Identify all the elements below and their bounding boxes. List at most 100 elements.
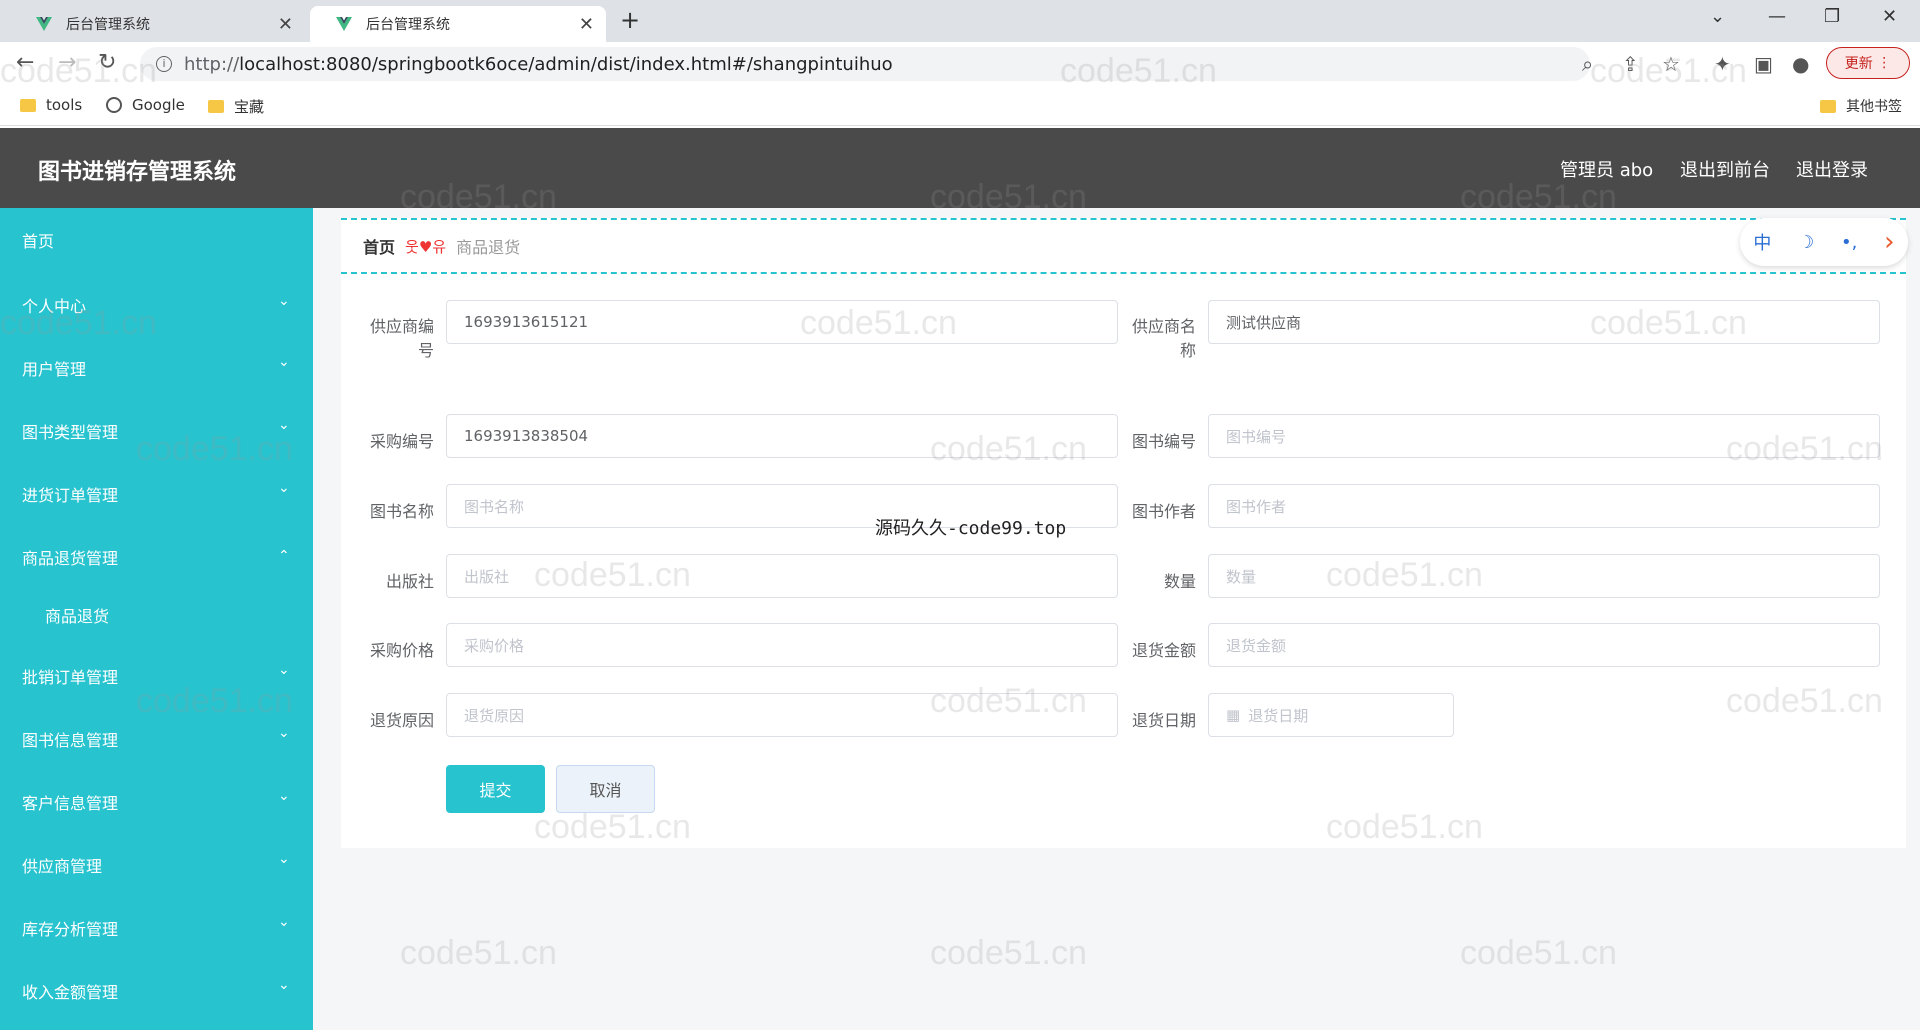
sidebar-item-home[interactable]: 首页 [22, 228, 54, 252]
extensions-icon[interactable]: ✦ [1714, 52, 1731, 76]
author-label: 图书作者 [1131, 502, 1196, 521]
sidebar-item-income[interactable]: 收入金额管理 [22, 979, 118, 1003]
chevron-down-icon: ⌄ [278, 480, 290, 496]
date-input[interactable]: ▦ 退货日期 [1208, 693, 1454, 737]
reason-label: 退货原因 [369, 711, 434, 730]
logout-link[interactable]: 退出登录 [1796, 156, 1868, 182]
book-no-input[interactable]: 图书编号 [1208, 414, 1880, 458]
tab-search-icon[interactable]: ⌄ [1710, 6, 1725, 27]
price-input[interactable]: 采购价格 [446, 623, 1118, 667]
sidebar-item-wholesale[interactable]: 批销订单管理 [22, 664, 118, 688]
breadcrumb-current: 商品退货 [456, 238, 521, 257]
new-tab-icon[interactable]: + [620, 6, 640, 34]
vue-icon [336, 17, 352, 31]
breadcrumb-home[interactable]: 首页 [363, 234, 395, 258]
sidebar-item-purchase-orders[interactable]: 进货订单管理 [22, 482, 118, 506]
heart-icon: 웃♥유 [405, 237, 447, 256]
sidebar-item-book-types[interactable]: 图书类型管理 [22, 419, 118, 443]
folder-icon [1820, 99, 1836, 113]
star-icon[interactable]: ☆ [1662, 52, 1680, 76]
app-header: 图书进销存管理系统 管理员 abo 退出到前台 退出登录 [0, 128, 1920, 208]
chevron-down-icon: ⌄ [278, 851, 290, 867]
sidebar-subitem-returns[interactable]: 商品退货 [45, 603, 109, 627]
info-icon[interactable]: i [156, 56, 172, 72]
qty-label: 数量 [1163, 572, 1196, 591]
chevron-down-icon: ⌄ [278, 788, 290, 804]
sidebar-item-suppliers[interactable]: 供应商管理 [22, 853, 102, 877]
browser-toolbar: ← → ↻ i http://localhost:8080/springboot… [0, 42, 1920, 86]
cancel-button[interactable]: 取消 [556, 765, 655, 813]
tab-title: 后台管理系统 [66, 17, 150, 33]
chevron-down-icon: ⌄ [278, 417, 290, 433]
publisher-input[interactable]: 出版社 [446, 554, 1118, 598]
browser-tabbar: 后台管理系统 ✕ 后台管理系统 ✕ + ⌄ — ❐ ✕ [0, 0, 1920, 42]
update-button[interactable]: 更新 ⋮ [1826, 47, 1910, 79]
forward-icon[interactable]: → [58, 50, 76, 75]
purchase-no-input[interactable]: 1693913838504 [446, 414, 1118, 458]
book-no-label: 图书编号 [1131, 432, 1196, 451]
publisher-label: 出版社 [385, 572, 434, 591]
browser-tab-1[interactable]: 后台管理系统 ✕ [10, 6, 305, 42]
reason-input[interactable]: 退货原因 [446, 693, 1118, 737]
admin-name: 管理员 abo [1560, 160, 1654, 181]
url-prefix: http:// [184, 53, 240, 75]
profile-icon[interactable]: ● [1792, 52, 1809, 76]
bookmark-baozang[interactable]: 宝藏 [208, 96, 264, 117]
folder-icon [208, 100, 224, 113]
qty-input[interactable]: 数量 [1208, 554, 1880, 598]
chevron-down-icon: ⌄ [278, 914, 290, 930]
globe-icon [106, 97, 122, 113]
share-icon[interactable]: ⇪ [1622, 52, 1639, 76]
supplier-name-label: 供应商名称 [1131, 317, 1196, 360]
submit-button[interactable]: 提交 [446, 765, 545, 813]
date-placeholder: 退货日期 [1248, 706, 1309, 725]
other-bookmarks[interactable]: 其他书签 [1820, 96, 1902, 116]
bookmarks-bar: tools Google 宝藏 其他书签 [0, 86, 1920, 126]
floating-toolbar: 中 ☽ •, › [1740, 218, 1908, 266]
refund-input[interactable]: 退货金额 [1208, 623, 1880, 667]
close-icon[interactable]: ✕ [579, 14, 594, 35]
restore-icon[interactable]: ❐ [1824, 6, 1840, 27]
sidebar-item-returns[interactable]: 商品退货管理 [22, 545, 118, 569]
language-icon[interactable]: 中 [1753, 229, 1771, 255]
purchase-no-label: 采购编号 [369, 432, 434, 451]
breadcrumb: 首页 웃♥유 商品退货 [341, 218, 1906, 274]
chevron-down-icon: ⌄ [278, 293, 290, 309]
folder-icon [20, 98, 36, 112]
chevron-down-icon: ⌄ [278, 662, 290, 678]
app-title: 图书进销存管理系统 [38, 160, 237, 185]
author-input[interactable]: 图书作者 [1208, 484, 1880, 528]
chevron-right-icon[interactable]: › [1884, 227, 1894, 257]
sidepanel-icon[interactable]: ▣ [1754, 52, 1773, 76]
address-bar[interactable]: i http://localhost:8080/springbootk6oce/… [140, 47, 1590, 81]
browser-tab-2[interactable]: 后台管理系统 ✕ [310, 6, 606, 42]
back-icon[interactable]: ← [16, 50, 34, 75]
minimize-icon[interactable]: — [1768, 6, 1786, 27]
sidebar-item-books[interactable]: 图书信息管理 [22, 727, 118, 751]
chevron-down-icon: ⌄ [278, 725, 290, 741]
dots-icon[interactable]: •, [1841, 232, 1857, 253]
price-label: 采购价格 [369, 641, 434, 660]
chevron-up-icon: ⌃ [278, 548, 290, 564]
chevron-down-icon: ⌄ [278, 977, 290, 993]
refund-label: 退货金额 [1131, 641, 1196, 660]
calendar-icon: ▦ [1226, 706, 1241, 724]
date-label: 退货日期 [1131, 711, 1196, 730]
supplier-code-input[interactable]: 1693913615121 [446, 300, 1118, 344]
sidebar-item-users[interactable]: 用户管理 [22, 356, 86, 380]
supplier-code-label: 供应商编号 [369, 317, 434, 360]
bookmark-tools[interactable]: tools [20, 96, 82, 114]
book-name-label: 图书名称 [369, 502, 434, 521]
sidebar-item-customers[interactable]: 客户信息管理 [22, 790, 118, 814]
supplier-name-input[interactable]: 测试供应商 [1208, 300, 1880, 344]
sidebar-item-inventory[interactable]: 库存分析管理 [22, 916, 118, 940]
url-path: :8080/springbootk6oce/admin/dist/index.h… [319, 53, 893, 75]
reload-icon[interactable]: ↻ [98, 50, 116, 75]
window-close-icon[interactable]: ✕ [1882, 6, 1897, 27]
bookmark-google[interactable]: Google [106, 96, 185, 114]
moon-icon[interactable]: ☽ [1798, 232, 1814, 253]
close-icon[interactable]: ✕ [278, 14, 293, 35]
sidebar-item-personal[interactable]: 个人中心 [22, 293, 86, 317]
to-front-link[interactable]: 退出到前台 [1680, 156, 1770, 182]
zoom-icon[interactable]: ⌕ [1582, 52, 1593, 76]
